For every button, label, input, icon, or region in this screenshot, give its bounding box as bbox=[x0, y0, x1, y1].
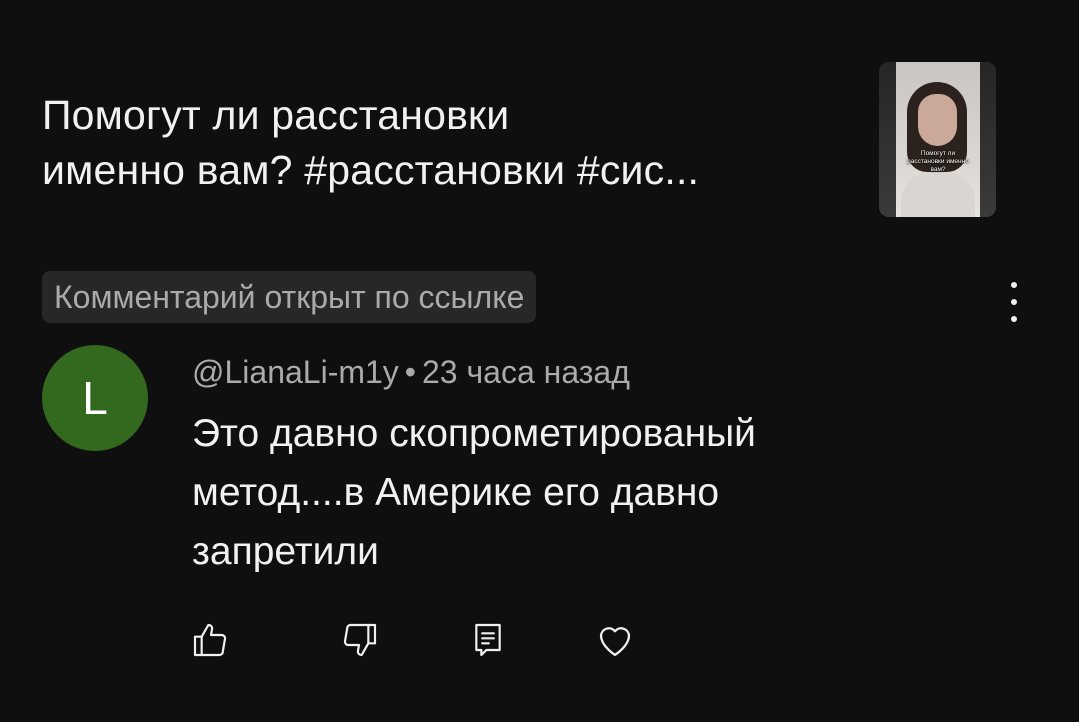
thumbnail-caption-line-1: Помогут ли bbox=[920, 150, 956, 157]
video-title-line-1: Помогут ли расстановки bbox=[42, 92, 510, 138]
heart-button[interactable] bbox=[593, 618, 637, 662]
video-title[interactable]: Помогут ли расстановки именно вам? #расс… bbox=[42, 88, 842, 198]
comment-time: 23 часа назад bbox=[422, 354, 630, 390]
comment-meta: @LianaLi-m1y • 23 часа назад bbox=[192, 352, 630, 392]
like-button[interactable] bbox=[188, 618, 232, 662]
avatar[interactable]: L bbox=[42, 345, 148, 451]
video-thumbnail[interactable]: Помогут ли расстановки именно вам? bbox=[879, 62, 996, 217]
like-icon bbox=[193, 623, 227, 657]
meta-separator: • bbox=[404, 354, 416, 390]
comment-text-line-2: метод....в Америке его давно bbox=[192, 471, 720, 514]
comment-text-line-3: запретили bbox=[192, 530, 379, 573]
reply-icon bbox=[475, 623, 501, 657]
thumbnail-blur-left bbox=[879, 62, 896, 217]
heart-icon bbox=[599, 627, 631, 657]
reply-button[interactable] bbox=[466, 618, 510, 662]
more-vert-icon[interactable] bbox=[1000, 282, 1028, 322]
more-dot bbox=[1011, 282, 1017, 288]
thumbnail-caption-line-3: вам? bbox=[930, 166, 946, 173]
thumbnail-caption-line-2: расстановки именно bbox=[907, 158, 969, 165]
comment-link-badge: Комментарий открыт по ссылке bbox=[42, 271, 537, 323]
dislike-icon bbox=[343, 623, 377, 657]
dislike-button[interactable] bbox=[338, 618, 382, 662]
comment-text: Это давно скопрометированый метод....в А… bbox=[192, 404, 1032, 581]
thumbnail-person-face bbox=[918, 94, 957, 146]
thumbnail-blur-right bbox=[980, 62, 996, 217]
thumbnail-person-body bbox=[901, 172, 975, 217]
more-dot bbox=[1011, 299, 1017, 305]
comment-author[interactable]: @LianaLi-m1y bbox=[192, 354, 399, 390]
thumbnail-caption: Помогут ли расстановки именно вам? bbox=[896, 150, 980, 174]
comment-text-line-1: Это давно скопрометированый bbox=[192, 412, 756, 455]
more-dot bbox=[1011, 316, 1017, 322]
video-title-line-2: именно вам? #расстановки #сис... bbox=[42, 147, 700, 193]
